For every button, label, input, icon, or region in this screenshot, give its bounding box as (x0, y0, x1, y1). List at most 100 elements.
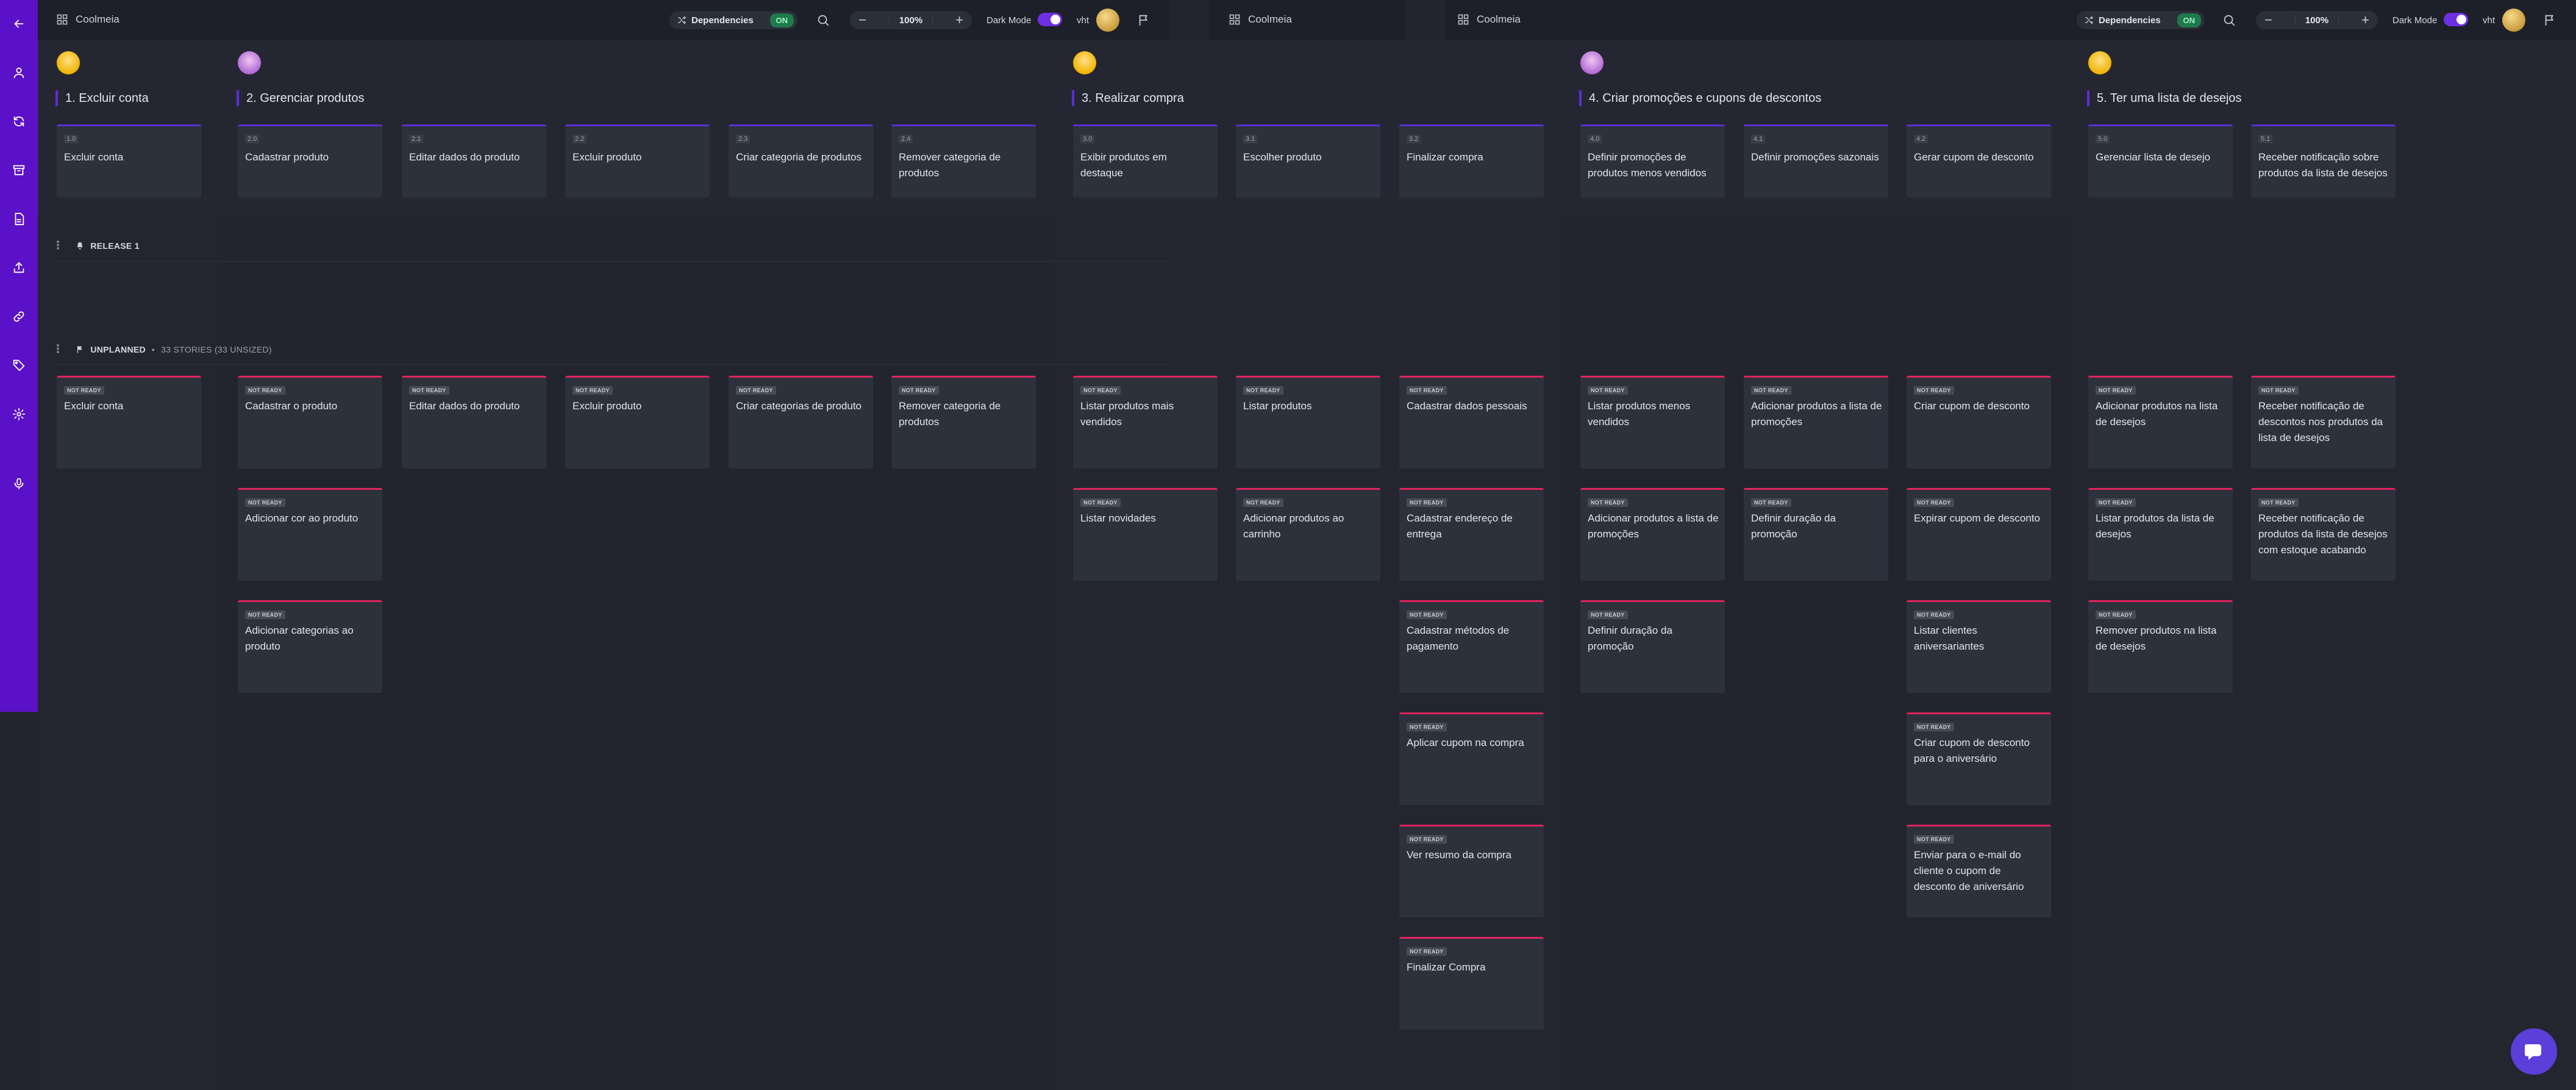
zoom-out-button[interactable]: − (2264, 12, 2272, 28)
upload-icon[interactable] (9, 257, 29, 278)
app-title[interactable]: Coolmeia (1229, 13, 1292, 26)
story-card[interactable]: NOT READY Cadastrar endereço de entrega (1399, 488, 1544, 581)
tag-icon[interactable] (9, 355, 29, 376)
activity-avatar[interactable] (57, 51, 80, 74)
story-card[interactable]: NOT READY Editar dados do produto (402, 376, 546, 468)
step-card[interactable]: 5.0 Gerenciar lista de desejo (2088, 124, 2233, 198)
story-card[interactable]: NOT READY Cadastrar o produto (238, 376, 382, 468)
activity-title[interactable]: 4. Criar promoções e cupons de descontos (1579, 90, 1821, 106)
story-card[interactable]: NOT READY Adicionar cor ao produto (238, 488, 382, 581)
search-icon[interactable] (2221, 12, 2238, 29)
story-card[interactable]: NOT READY Remover produtos na lista de de… (2088, 600, 2233, 693)
more-options-icon[interactable]: ⋮ (52, 343, 63, 356)
document-icon[interactable] (9, 209, 29, 229)
refresh-icon[interactable] (9, 111, 29, 132)
story-card[interactable]: NOT READY Listar produtos menos vendidos (1580, 376, 1725, 468)
story-card[interactable]: NOT READY Listar novidades (1073, 488, 1218, 581)
release-1-row[interactable]: ⋮ RELEASE 1 (52, 239, 140, 252)
step-card[interactable]: 3.2 Finalizar compra (1399, 124, 1544, 198)
step-card[interactable]: 5.1 Receber notificação sobre produtos da… (2251, 124, 2396, 198)
activity-avatar[interactable] (1073, 51, 1096, 74)
flag-icon[interactable] (1135, 12, 1152, 29)
activity-avatar[interactable] (238, 51, 261, 74)
zoom-in-button[interactable]: + (955, 12, 963, 28)
grid-icon (1229, 14, 1240, 25)
story-card[interactable]: NOT READY Expirar cupom de desconto (1907, 488, 2051, 581)
step-card[interactable]: 3.1 Escolher produto (1236, 124, 1380, 198)
story-label: Enviar para o e-mail do cliente o cupom … (1914, 849, 2024, 892)
step-label: Editar dados do produto (409, 151, 520, 163)
story-card[interactable]: NOT READY Criar cupom de desconto (1907, 376, 2051, 468)
story-card[interactable]: NOT READY Adicionar produtos a lista de p… (1580, 488, 1725, 581)
story-card[interactable]: NOT READY Listar clientes aniversariantes (1907, 600, 2051, 693)
story-card[interactable]: NOT READY Adicionar produtos ao carrinho (1236, 488, 1380, 581)
activity-title[interactable]: 2. Gerenciar produtos (237, 90, 364, 106)
zoom-in-button[interactable]: + (2361, 12, 2369, 28)
story-card[interactable]: NOT READY Adicionar produtos na lista de … (2088, 376, 2233, 468)
flag-icon[interactable] (2541, 12, 2558, 29)
row-divider (52, 364, 1168, 365)
user-icon[interactable] (9, 62, 29, 83)
story-card[interactable]: NOT READY Cadastrar métodos de pagamento (1399, 600, 1544, 693)
app-title[interactable]: Coolmeia (56, 13, 120, 26)
avatar[interactable] (1096, 9, 1119, 32)
step-number: 2.3 (736, 135, 751, 143)
activity-title[interactable]: 1. Excluir conta (55, 90, 149, 106)
dependencies-toggle[interactable]: Dependencies ON (2077, 11, 2205, 29)
story-card[interactable]: NOT READY Definir duração da promoção (1580, 600, 1725, 693)
step-number: 3.0 (1080, 135, 1095, 143)
more-options-icon[interactable]: ⋮ (52, 239, 63, 252)
story-card[interactable]: NOT READY Finalizar Compra (1399, 937, 1544, 1030)
settings-icon[interactable] (9, 404, 29, 425)
step-card[interactable]: 4.2 Gerar cupom de desconto (1907, 124, 2051, 198)
story-card[interactable]: NOT READY Receber notificação de produtos… (2251, 488, 2396, 581)
activity-title[interactable]: 5. Ter uma lista de desejos (2087, 90, 2242, 106)
step-card[interactable]: 2.1 Editar dados do produto (402, 124, 546, 198)
step-card[interactable]: 3.0 Exibir produtos em destaque (1073, 124, 1218, 198)
activity-avatar[interactable] (2088, 51, 2111, 74)
story-card[interactable]: NOT READY Receber notificação de desconto… (2251, 376, 2396, 468)
chat-button[interactable] (2511, 1028, 2557, 1075)
activity-title[interactable]: 3. Realizar compra (1072, 90, 1184, 106)
row-divider (52, 261, 1168, 262)
zoom-out-button[interactable]: − (858, 12, 866, 28)
story-card[interactable]: NOT READY Aplicar cupom na compra (1399, 712, 1544, 805)
story-card[interactable]: NOT READY Criar cupom de desconto para o … (1907, 712, 2051, 805)
story-card[interactable]: NOT READY Adicionar produtos a lista de p… (1744, 376, 1888, 468)
unplanned-row[interactable]: ⋮ UNPLANNED • 33 STORIES (33 UNSIZED) (52, 343, 272, 356)
activity-avatar[interactable] (1580, 51, 1604, 74)
avatar[interactable] (2502, 9, 2525, 32)
search-icon[interactable] (815, 12, 832, 29)
step-card[interactable]: 2.0 Cadastrar produto (238, 124, 382, 198)
step-card[interactable]: 2.2 Excluir produto (565, 124, 710, 198)
link-icon[interactable] (9, 306, 29, 327)
archive-icon[interactable] (9, 160, 29, 181)
dark-mode-switch[interactable] (1038, 13, 1062, 26)
story-card[interactable]: NOT READY Enviar para o e-mail do cliente… (1907, 825, 2051, 917)
story-card[interactable]: NOT READY Remover categoria de produtos (891, 376, 1036, 468)
story-card[interactable]: NOT READY Adicionar categorias ao produto (238, 600, 382, 693)
step-card[interactable]: 4.0 Definir promoções de produtos menos v… (1580, 124, 1725, 198)
step-card[interactable]: 1.0 Excluir conta (57, 124, 201, 198)
story-card[interactable]: NOT READY Excluir conta (57, 376, 201, 468)
dependencies-state: ON (2177, 13, 2201, 27)
step-card[interactable]: 2.3 Criar categoria de produtos (729, 124, 873, 198)
dependencies-toggle[interactable]: Dependencies ON (669, 11, 797, 29)
arrow-left-icon[interactable] (9, 13, 29, 34)
story-card[interactable]: NOT READY Criar categorias de produto (729, 376, 873, 468)
story-card[interactable]: NOT READY Ver resumo da compra (1399, 825, 1544, 917)
app-title[interactable]: Coolmeia (1457, 13, 1521, 26)
story-card[interactable]: NOT READY Excluir produto (565, 376, 710, 468)
step-label: Gerenciar lista de desejo (2096, 151, 2211, 163)
microphone-icon[interactable] (9, 473, 29, 494)
story-card[interactable]: NOT READY Cadastrar dados pessoais (1399, 376, 1544, 468)
story-card[interactable]: NOT READY Listar produtos da lista de des… (2088, 488, 2233, 581)
chat-icon (2525, 1044, 2541, 1060)
step-card[interactable]: 4.1 Definir promoções sazonais (1744, 124, 1888, 198)
story-card[interactable]: NOT READY Definir duração da promoção (1744, 488, 1888, 581)
story-card[interactable]: NOT READY Listar produtos mais vendidos (1073, 376, 1218, 468)
step-card[interactable]: 2.4 Remover categoria de produtos (891, 124, 1036, 198)
story-card[interactable]: NOT READY Listar produtos (1236, 376, 1380, 468)
dark-mode-switch[interactable] (2444, 13, 2468, 26)
dependencies-state: ON (769, 13, 794, 27)
